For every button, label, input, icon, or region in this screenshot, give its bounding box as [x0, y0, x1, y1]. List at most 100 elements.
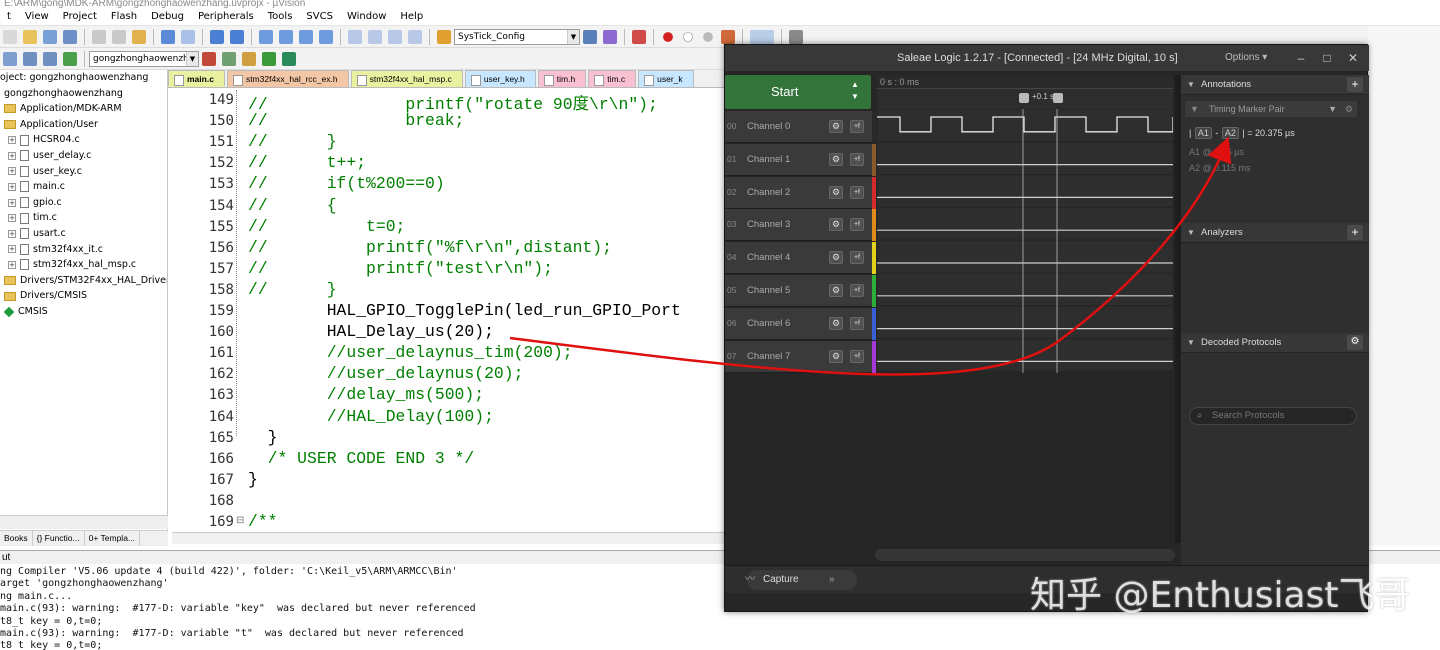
target-options-icon[interactable] [202, 51, 216, 66]
code-line[interactable]: //user_delaynus(20); [248, 364, 524, 383]
add-annotation-button[interactable]: + [1347, 77, 1363, 92]
code-line[interactable]: /** [248, 512, 278, 531]
channel-row[interactable]: 06 Channel 6 ⚙ +f [725, 307, 876, 340]
gear-icon[interactable]: ⚙ [829, 218, 843, 232]
gear-icon[interactable]: ⚙ [829, 152, 843, 166]
start-capture-button[interactable]: Start ▲ ▼ [725, 75, 871, 109]
gear-icon[interactable]: ⚙ [829, 316, 843, 330]
editor-hscrollbar[interactable] [172, 532, 724, 544]
channel-row[interactable]: 01 Channel 1 ⚙ +f [725, 143, 876, 176]
find-file-icon[interactable] [437, 29, 451, 44]
translate-icon[interactable] [3, 51, 17, 66]
chevron-down-icon[interactable]: ▼ [567, 29, 579, 44]
gear-icon[interactable]: ⚙ [829, 251, 843, 265]
trigger-icon[interactable]: +f [850, 120, 864, 133]
tree-item[interactable]: + stm32f4xx_hal_msp.c [0, 257, 167, 273]
menu-item[interactable]: Debug [144, 11, 191, 22]
capture-tab[interactable]: 〰 Capture » [745, 570, 857, 590]
dropdown-icon[interactable]: ▼ [1328, 101, 1337, 117]
project-tab[interactable]: Books [0, 531, 33, 546]
kill-breakpoints-icon[interactable] [721, 29, 735, 44]
maximize-icon[interactable]: □ [1317, 49, 1337, 67]
breakpoint-icon[interactable] [663, 31, 673, 42]
incremental-find-icon[interactable] [603, 29, 617, 44]
code-line[interactable]: // t++; [248, 153, 366, 172]
menu-item[interactable]: Tools [261, 11, 300, 22]
start-options-arrows-icon[interactable]: ▲ ▼ [851, 79, 859, 103]
code-line[interactable]: HAL_Delay_us(20); [248, 322, 494, 341]
options-menu[interactable]: Options ▾ [1225, 45, 1267, 71]
collapse-triangle-icon[interactable]: ▼ [1187, 223, 1195, 243]
menu-item[interactable]: Flash [104, 11, 144, 22]
target-select[interactable]: gongzhonghaowenzhar ▼ [89, 50, 199, 67]
trigger-icon[interactable]: +f [850, 152, 864, 166]
select-packs-icon[interactable] [262, 51, 276, 66]
window-layout-icon[interactable] [750, 29, 774, 44]
channel-row[interactable]: 05 Channel 5 ⚙ +f [725, 275, 876, 307]
tree-item[interactable]: + main.c [0, 179, 167, 195]
open-folder-icon[interactable] [23, 29, 37, 44]
paste-icon[interactable] [132, 29, 146, 44]
expand-icon[interactable]: + [8, 245, 16, 254]
chevron-down-icon[interactable]: ▼ [186, 51, 198, 66]
trigger-icon[interactable]: +f [850, 185, 864, 199]
tree-item[interactable]: Application/User [0, 117, 167, 133]
gear-icon[interactable]: ⚙ [1347, 335, 1363, 350]
marker-a2-icon[interactable] [1053, 93, 1063, 103]
editor-tab[interactable]: user_k [638, 70, 694, 87]
channel-row[interactable]: 04 Channel 4 ⚙ +f [725, 242, 876, 275]
tree-item[interactable]: Drivers/STM32F4xx_HAL_Driver [0, 273, 167, 289]
decoded-protocols-header[interactable]: ▼ Decoded Protocols ⚙ [1181, 333, 1369, 353]
bookmark-prev-icon[interactable] [279, 29, 293, 44]
tree-item[interactable]: + gpio.c [0, 195, 167, 211]
copy-icon[interactable] [112, 29, 126, 44]
editor-tab[interactable]: stm32f4xx_hal_rcc_ex.h [226, 70, 349, 87]
indent-icon[interactable] [348, 29, 362, 44]
search-protocols-input[interactable]: ⌕ Search Protocols [1189, 407, 1357, 425]
code-line[interactable]: // } [248, 280, 337, 299]
menu-item[interactable]: Help [393, 11, 430, 22]
editor-tab[interactable]: user_key.h [464, 70, 536, 87]
expand-icon[interactable]: + [8, 229, 16, 238]
fold-toggle-icon[interactable]: ⊟ [236, 515, 244, 526]
analyzers-header[interactable]: ▼ Analyzers + [1181, 223, 1369, 243]
code-line[interactable]: //HAL_Delay(100); [248, 407, 494, 426]
collapse-triangle-icon[interactable]: ▼ [1187, 75, 1195, 95]
menu-item[interactable]: t [0, 11, 18, 22]
find-in-files-icon[interactable] [583, 29, 597, 44]
tree-item[interactable]: + stm32f4xx_it.c [0, 242, 167, 258]
tree-item[interactable]: + HCSR04.c [0, 132, 167, 148]
tree-item[interactable]: Application/MDK-ARM [0, 101, 167, 117]
tree-item[interactable]: oject: gongzhonghaowenzhang [0, 70, 167, 86]
gear-icon[interactable]: ⚙ [1345, 101, 1353, 117]
code-line[interactable]: // printf("test\r\n"); [248, 259, 553, 278]
run-time-env-icon[interactable] [282, 51, 296, 66]
file-extensions-icon[interactable] [222, 51, 236, 66]
collapse-triangle-icon[interactable]: ▼ [1187, 333, 1195, 353]
code-line[interactable]: // t=0; [248, 217, 405, 236]
expand-icon[interactable]: + [8, 167, 16, 176]
find-combo[interactable]: SysTick_Config ▼ [454, 28, 580, 45]
unindent-icon[interactable] [368, 29, 382, 44]
a1-marker[interactable]: A1 [1194, 127, 1212, 139]
tree-item[interactable]: + usart.c [0, 226, 167, 242]
nav-back-icon[interactable] [210, 29, 224, 44]
download-icon[interactable] [63, 51, 77, 66]
project-tab[interactable]: {} Functio... [33, 531, 85, 546]
expand-icon[interactable]: + [8, 260, 16, 269]
menu-item[interactable]: View [18, 11, 56, 22]
trigger-icon[interactable]: +f [850, 316, 864, 330]
a2-marker[interactable]: A2 [1221, 127, 1239, 139]
breakpoint-clear-icon[interactable] [703, 31, 713, 42]
code-line[interactable]: // if(t%200==0) [248, 174, 445, 193]
marker-a1-icon[interactable] [1019, 93, 1029, 103]
add-analyzer-button[interactable]: + [1347, 225, 1363, 240]
close-icon[interactable]: ✕ [1343, 49, 1363, 67]
undo-icon[interactable] [161, 29, 175, 44]
editor-tab[interactable]: tim.h [537, 70, 587, 87]
code-line[interactable]: } [248, 470, 258, 489]
redo-icon[interactable] [181, 29, 195, 44]
gear-icon[interactable]: ⚙ [829, 120, 843, 133]
uncomment-icon[interactable] [408, 29, 422, 44]
channel-row[interactable]: 03 Channel 3 ⚙ +f [725, 209, 876, 242]
